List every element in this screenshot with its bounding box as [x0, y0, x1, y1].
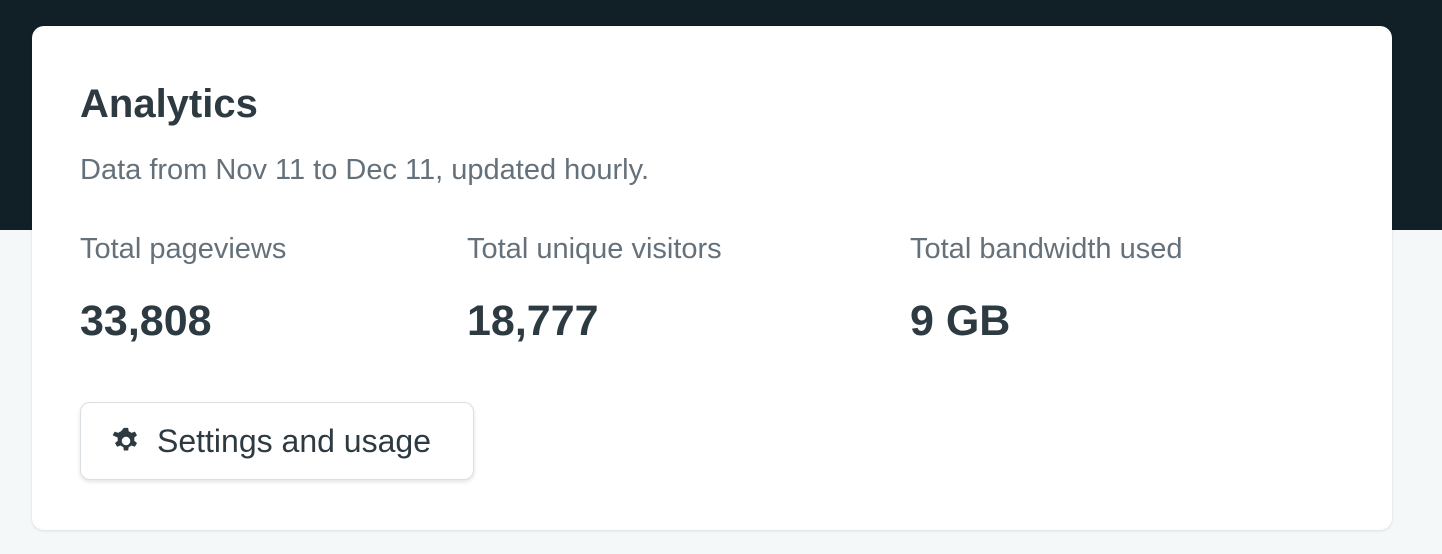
stat-value: 33,808 [80, 297, 212, 345]
stat-value: 18,777 [467, 297, 599, 345]
stat-value: 9 GB [910, 297, 1011, 345]
settings-and-usage-button[interactable]: Settings and usage [80, 402, 474, 480]
stat-label: Total pageviews [80, 233, 287, 265]
card-title: Analytics [80, 82, 258, 126]
gear-icon [111, 426, 141, 456]
settings-button-label: Settings and usage [157, 422, 431, 459]
stat-total-pageviews: Total pageviews 33,808 [80, 231, 286, 346]
analytics-card: Analytics Data from Nov 11 to Dec 11, up… [32, 26, 1392, 530]
card-subtitle: Data from Nov 11 to Dec 11, updated hour… [80, 154, 650, 186]
stat-total-unique-visitors: Total unique visitors 18,777 [467, 231, 722, 346]
stat-label: Total unique visitors [467, 233, 722, 265]
stat-label: Total bandwidth used [910, 233, 1183, 265]
stat-total-bandwidth-used: Total bandwidth used 9 GB [910, 231, 1182, 346]
